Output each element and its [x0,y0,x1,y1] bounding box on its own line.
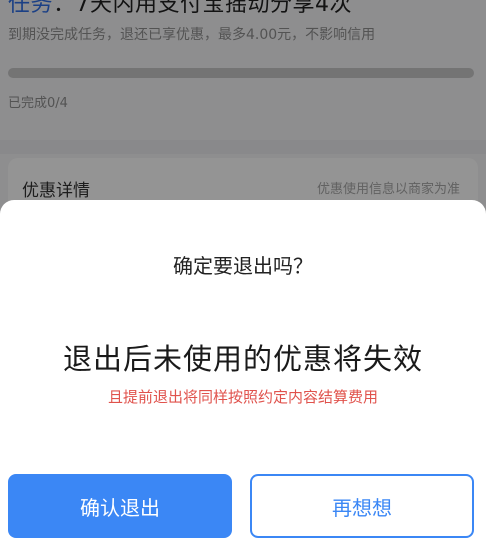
exit-confirm-sheet: 确定要退出吗？ 退出后未使用的优惠将失效 且提前退出将同样按照约定内容结算费用 … [0,200,486,545]
confirm-exit-button[interactable]: 确认退出 [8,474,232,538]
dialog-headline: 退出后未使用的优惠将失效 [62,342,423,376]
reconsider-button[interactable]: 再想想 [250,474,474,538]
dialog-warning: 且提前退出将同样按照约定内容结算费用 [107,388,378,406]
dialog-title: 确定要退出吗？ [173,254,313,278]
